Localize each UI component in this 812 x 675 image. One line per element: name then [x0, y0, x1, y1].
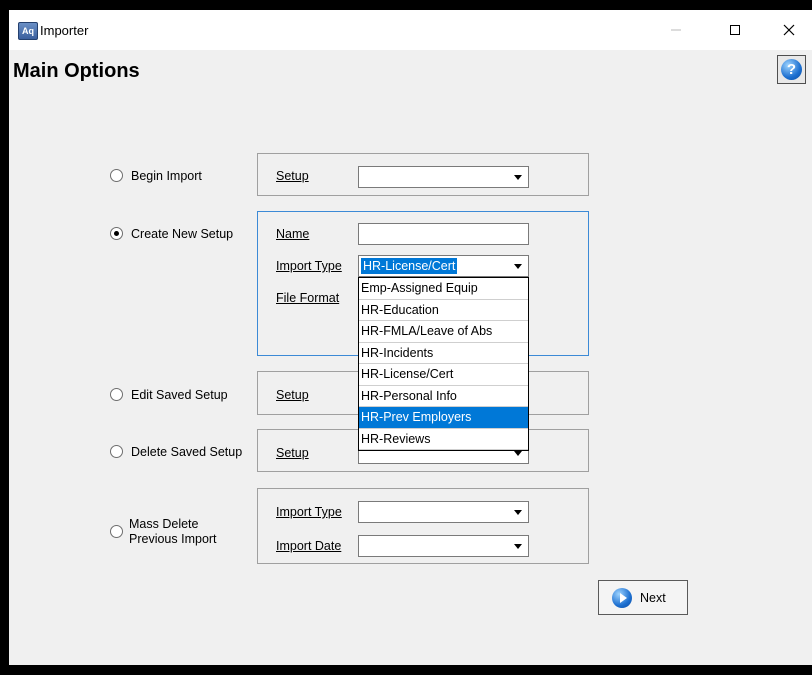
chevron-down-icon	[514, 451, 522, 456]
window-title: Importer	[40, 23, 89, 38]
select-value: HR-License/Cert	[361, 258, 458, 274]
chevron-down-icon	[514, 175, 522, 180]
chevron-down-icon	[514, 510, 522, 515]
radio-label: Delete Saved Setup	[131, 445, 243, 459]
file-format-label: File Format	[276, 291, 340, 305]
radio-begin-import[interactable]: Begin Import	[110, 169, 202, 184]
setup-label: Setup	[276, 169, 309, 183]
radio-label-line2: Previous Import	[129, 532, 217, 546]
radio-label: Edit Saved Setup	[131, 388, 228, 402]
help-button[interactable]: ?	[777, 55, 806, 84]
radio-edit-saved-setup[interactable]: Edit Saved Setup	[110, 388, 228, 403]
import-type-select[interactable]: HR-License/Cert	[358, 255, 529, 277]
mass-delete-import-date-select[interactable]	[358, 535, 529, 557]
importer-app-icon: Aq	[18, 22, 38, 40]
chevron-down-icon	[514, 544, 522, 549]
setup-label: Setup	[276, 446, 309, 460]
dropdown-option[interactable]: HR-Incidents	[359, 343, 528, 364]
radio-button[interactable]	[110, 169, 123, 182]
radio-label: Mass Delete Previous Import	[129, 517, 217, 547]
select-value	[361, 504, 365, 520]
maximize-icon[interactable]	[712, 10, 758, 50]
close-icon[interactable]	[766, 10, 812, 50]
select-value	[361, 169, 365, 185]
dropdown-option[interactable]: HR-FMLA/Leave of Abs	[359, 321, 528, 343]
next-arrow-icon	[612, 587, 632, 608]
next-button[interactable]: Next	[598, 580, 688, 615]
dropdown-option[interactable]: Emp-Assigned Equip	[359, 278, 528, 300]
radio-button[interactable]	[110, 445, 123, 458]
import-type-label: Import Type	[276, 259, 342, 273]
import-type-label: Import Type	[276, 505, 342, 519]
radio-label: Create New Setup	[131, 227, 234, 241]
begin-import-setup-select[interactable]	[358, 166, 529, 188]
import-date-label: Import Date	[276, 539, 342, 553]
radio-create-new-setup[interactable]: Create New Setup	[110, 227, 233, 242]
dropdown-option[interactable]: HR-License/Cert	[359, 364, 528, 386]
name-field[interactable]	[358, 223, 529, 245]
name-label: Name	[276, 227, 310, 241]
help-icon: ?	[781, 59, 802, 80]
mass-delete-import-type-select[interactable]	[358, 501, 529, 523]
radio-label-line1: Mass Delete	[129, 517, 199, 531]
next-button-label: Next	[640, 590, 666, 605]
setup-label: Setup	[276, 388, 309, 402]
radio-label: Begin Import	[131, 169, 202, 183]
dropdown-option[interactable]: HR-Personal Info	[359, 386, 528, 407]
minimize-icon[interactable]	[653, 10, 699, 50]
import-type-dropdown-list: Emp-Assigned Equip HR-Education HR-FMLA/…	[358, 277, 529, 451]
radio-mass-delete[interactable]: Mass Delete Previous Import	[110, 517, 217, 547]
page-title: Main Options	[13, 60, 140, 82]
radio-delete-saved-setup[interactable]: Delete Saved Setup	[110, 445, 242, 460]
dropdown-option[interactable]: HR-Prev Employers	[359, 407, 528, 429]
radio-button[interactable]	[110, 525, 123, 538]
radio-button[interactable]	[110, 388, 123, 401]
select-value	[361, 538, 365, 554]
chevron-down-icon	[514, 264, 522, 269]
dropdown-option[interactable]: HR-Education	[359, 300, 528, 321]
radio-button[interactable]	[110, 227, 123, 240]
dropdown-option[interactable]: HR-Reviews	[359, 429, 528, 450]
